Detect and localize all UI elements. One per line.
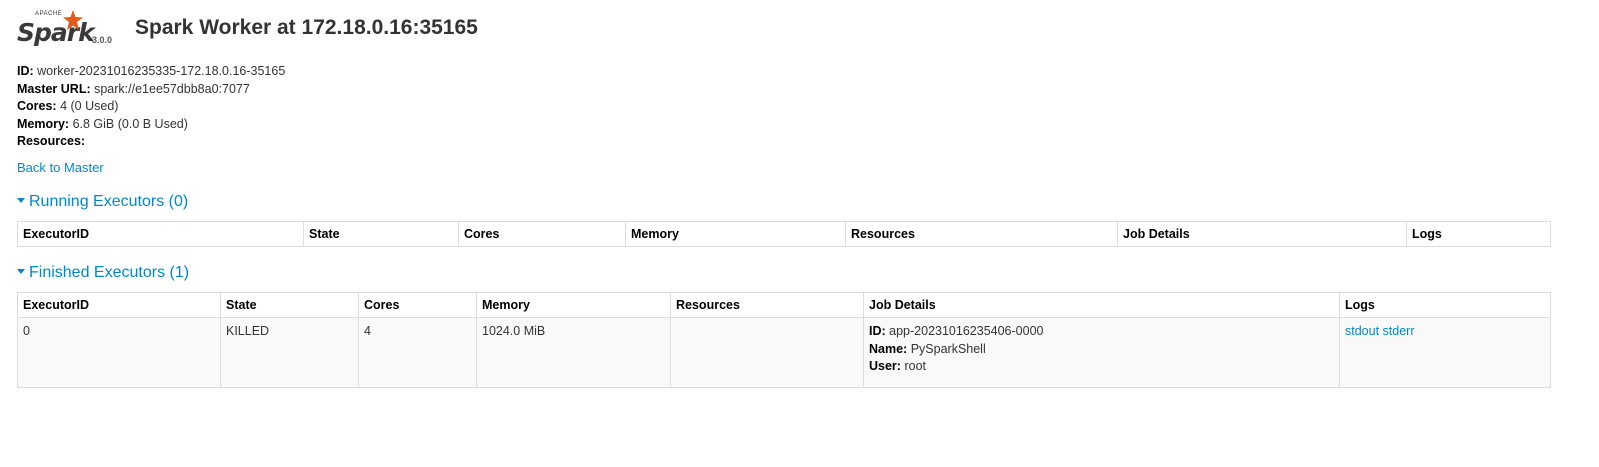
worker-memory: Memory: 6.8 GiB (0.0 B Used) [17, 116, 285, 134]
stdout-link[interactable]: stdout [1345, 324, 1379, 338]
column-header-cores[interactable]: Cores [458, 221, 626, 247]
worker-id-value: worker-20231016235335-172.18.0.16-35165 [37, 64, 286, 78]
resources-label: Resources: [17, 134, 86, 148]
table-header-row: ExecutorID State Cores Memory Resources … [17, 292, 1551, 318]
column-header-job-details[interactable]: Job Details [1117, 221, 1407, 247]
worker-cores: Cores: 4 (0 Used) [17, 98, 285, 116]
spark-star-icon [63, 10, 83, 30]
worker-id: ID: worker-20231016235335-172.18.0.16-35… [17, 63, 285, 81]
cores-value: 4 (0 Used) [60, 99, 119, 113]
worker-info: ID: worker-20231016235335-172.18.0.16-35… [17, 63, 285, 151]
finished-executors-table: ExecutorID State Cores Memory Resources … [17, 292, 1551, 388]
running-executors-table: ExecutorID State Cores Memory Resources … [17, 221, 1551, 247]
column-header-resources[interactable]: Resources [845, 221, 1118, 247]
column-header-executorid[interactable]: ExecutorID [17, 221, 304, 247]
master-url: Master URL: spark://e1ee57dbb8a0:7077 [17, 81, 285, 99]
column-header-state[interactable]: State [220, 292, 359, 318]
master-url-label: Master URL: [17, 81, 91, 96]
job-user-label: User: [869, 359, 901, 373]
job-user-value: root [904, 359, 926, 373]
column-header-logs[interactable]: Logs [1406, 221, 1551, 247]
job-id-value: app-20231016235406-0000 [889, 324, 1044, 338]
page-title: Spark Worker at 172.18.0.16:35165 [135, 16, 478, 39]
column-header-resources[interactable]: Resources [670, 292, 864, 318]
cell-memory: 1024.0 MiB [476, 317, 671, 388]
finished-executors-toggle[interactable]: Finished Executors (1) [17, 264, 189, 282]
job-id-label: ID: [869, 324, 886, 338]
spark-version: 3.0.0 [92, 35, 113, 45]
spark-logo[interactable]: APACHE Spark 3.0.0 [17, 10, 127, 50]
cell-job-details: ID: app-20231016235406-0000 Name: PySpar… [863, 317, 1340, 388]
master-url-value: spark://e1ee57dbb8a0:7077 [94, 81, 250, 96]
worker-resources: Resources: [17, 133, 285, 151]
memory-value: 6.8 GiB (0.0 B Used) [72, 116, 188, 131]
page-header: APACHE Spark 3.0.0 Spark Worker at 172.1… [17, 10, 1577, 50]
job-id: ID: app-20231016235406-0000 [869, 323, 1334, 341]
cell-cores: 4 [358, 317, 477, 388]
back-to-master-link[interactable]: Back to Master [17, 160, 104, 175]
job-name-value: PySparkShell [910, 341, 986, 356]
column-header-memory[interactable]: Memory [625, 221, 846, 247]
finished-executors-title: Finished Executors (1) [29, 264, 190, 281]
table-row: 0 KILLED 4 1024.0 MiB ID: app-2023101623… [17, 317, 1551, 388]
job-name: Name: PySparkShell [869, 341, 1334, 359]
column-header-cores[interactable]: Cores [358, 292, 477, 318]
cell-state: KILLED [220, 317, 359, 388]
column-header-job-details[interactable]: Job Details [863, 292, 1340, 318]
cell-resources [670, 317, 864, 388]
column-header-memory[interactable]: Memory [476, 292, 671, 318]
cell-logs: stdout stderr [1339, 317, 1551, 388]
column-header-executorid[interactable]: ExecutorID [17, 292, 221, 318]
worker-id-label: ID: [17, 64, 34, 78]
collapse-arrow-icon [17, 269, 25, 275]
table-header-row: ExecutorID State Cores Memory Resources … [17, 221, 1551, 247]
collapse-arrow-icon [17, 198, 25, 204]
cores-label: Cores: [17, 99, 57, 113]
job-user: User: root [869, 358, 1334, 376]
running-executors-title: Running Executors (0) [29, 193, 189, 210]
cell-executor-id: 0 [17, 317, 221, 388]
job-name-label: Name: [869, 341, 908, 356]
running-executors-toggle[interactable]: Running Executors (0) [17, 193, 188, 211]
column-header-logs[interactable]: Logs [1339, 292, 1551, 318]
memory-label: Memory: [17, 116, 70, 131]
stderr-link[interactable]: stderr [1383, 324, 1415, 338]
logo-apache-text: APACHE [35, 11, 63, 17]
column-header-state[interactable]: State [303, 221, 459, 247]
